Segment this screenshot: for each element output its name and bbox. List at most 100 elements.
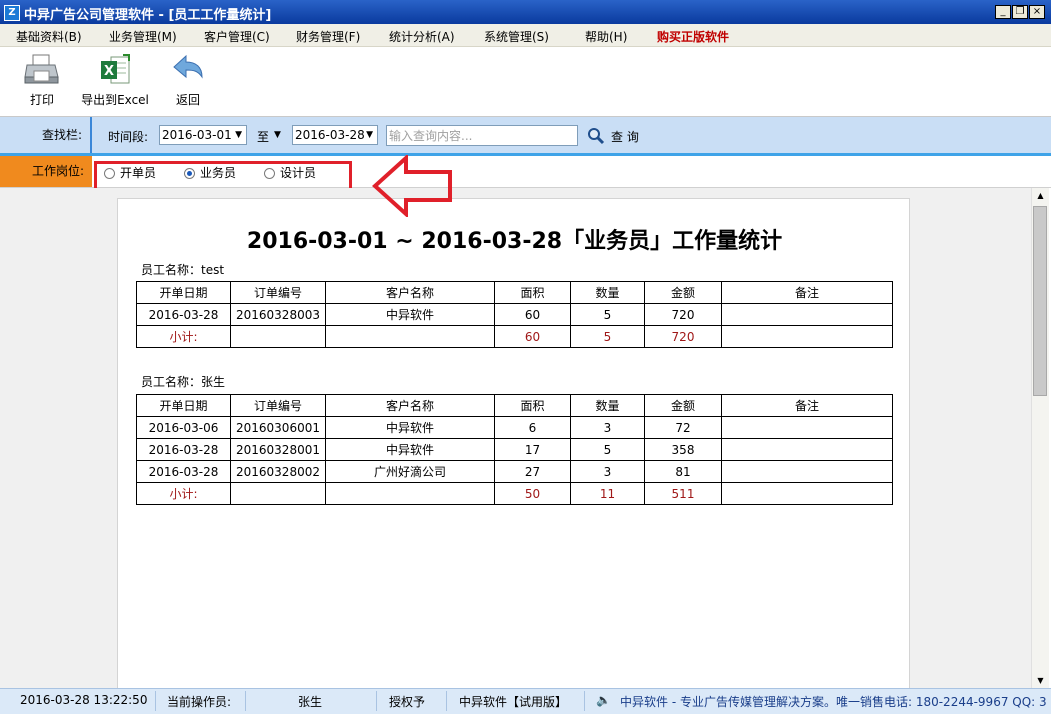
back-label: 返回 <box>175 93 200 107</box>
cell-remark <box>721 438 893 461</box>
red-arrow-icon <box>372 155 452 217</box>
column-header: 金额 <box>644 281 722 304</box>
menu-statistics[interactable]: 统计分析(A) <box>389 28 455 45</box>
cell-order-no: 20160328003 <box>230 303 326 326</box>
print-label: 打印 <box>29 93 54 107</box>
subtotal-quantity: 5 <box>570 325 645 348</box>
search-input[interactable] <box>386 125 578 146</box>
status-divider <box>446 691 447 711</box>
cell-amount: 72 <box>644 416 722 439</box>
status-operator-label: 当前操作员: <box>167 695 232 709</box>
status-divider <box>584 691 585 711</box>
search-icon <box>588 128 605 145</box>
printer-icon <box>24 53 60 87</box>
cell-quantity: 3 <box>570 460 645 483</box>
subtotal-row: 小计: 50 11 511 <box>136 482 893 505</box>
window-title: 中异广告公司管理软件 - [员工工作量统计] <box>24 8 272 23</box>
menu-bar: 基础资料(B) 业务管理(M) 客户管理(C) 财务管理(F) 统计分析(A) … <box>0 24 1051 47</box>
cell-quantity: 5 <box>570 303 645 326</box>
to-label: 至 <box>257 130 270 144</box>
cell-quantity: 3 <box>570 416 645 439</box>
report-table: 开单日期 订单编号 客户名称 面积 数量 金额 备注 2016-03-06 20… <box>136 394 893 505</box>
vertical-scrollbar[interactable]: ▲ ▼ <box>1031 188 1049 688</box>
column-header: 金额 <box>644 394 722 417</box>
scroll-thumb[interactable] <box>1033 206 1047 396</box>
column-header: 订单编号 <box>230 281 326 304</box>
table-header-row: 开单日期 订单编号 客户名称 面积 数量 金额 备注 <box>136 281 893 304</box>
cell-customer: 中异软件 <box>325 416 495 439</box>
subtotal-amount: 511 <box>644 482 722 505</box>
menu-business[interactable]: 业务管理(M) <box>109 28 177 45</box>
column-header: 订单编号 <box>230 394 326 417</box>
restore-button[interactable]: ❐ <box>1012 5 1028 19</box>
speaker-icon: 🔈 <box>596 693 611 707</box>
cell-empty <box>721 482 893 505</box>
cell-empty <box>230 325 326 348</box>
app-logo-icon: Z <box>4 5 20 21</box>
table-header-row: 开单日期 订单编号 客户名称 面积 数量 金额 备注 <box>136 394 893 417</box>
table-row: 2016-03-06 20160306001 中异软件 6 3 72 <box>136 416 893 439</box>
search-button-label: 查 询 <box>611 130 639 144</box>
subtotal-row: 小计: 60 5 720 <box>136 325 893 348</box>
status-edition: 中异软件【试用版】 <box>459 695 568 709</box>
cell-order-no: 20160306001 <box>230 416 326 439</box>
close-button[interactable]: × <box>1029 5 1045 19</box>
subtotal-area: 50 <box>494 482 571 505</box>
date-to-picker[interactable]: 2016-03-28 ▼ <box>292 125 378 145</box>
cell-date: 2016-03-28 <box>136 438 231 461</box>
position-label: 工作岗位: <box>0 156 92 187</box>
cell-amount: 81 <box>644 460 722 483</box>
minimize-button[interactable]: _ <box>995 5 1011 19</box>
cell-remark <box>721 303 893 326</box>
column-header: 客户名称 <box>325 281 495 304</box>
print-button[interactable]: 打印 <box>22 53 62 108</box>
cell-area: 17 <box>494 438 571 461</box>
column-header: 面积 <box>494 281 571 304</box>
export-excel-label: 导出到Excel <box>81 93 149 107</box>
scroll-up-icon[interactable]: ▲ <box>1032 188 1049 203</box>
cell-customer: 中异软件 <box>325 303 495 326</box>
report-area: 2016-03-01 ~ 2016-03-28「业务员」工作量统计 员工名称：t… <box>0 188 1031 693</box>
cell-order-no: 20160328002 <box>230 460 326 483</box>
cell-area: 6 <box>494 416 571 439</box>
scroll-down-icon[interactable]: ▼ <box>1032 673 1049 688</box>
back-arrow-icon <box>170 53 206 87</box>
cell-remark <box>721 460 893 483</box>
cell-amount: 720 <box>644 303 722 326</box>
menu-buy-license[interactable]: 购买正版软件 <box>657 28 729 45</box>
period-label: 时间段: <box>108 130 149 144</box>
status-bar: 2016-03-28 13:22:50 当前操作员: 张生 授权予 中异软件【试… <box>0 688 1051 714</box>
menu-finance[interactable]: 财务管理(F) <box>296 28 360 45</box>
search-bar-label: 查找栏: <box>0 117 92 153</box>
search-bar: 查找栏: 时间段: 2016-03-01 ▼ 至 ▼ 2016-03-28 ▼ … <box>0 117 1051 153</box>
toolbar: 打印 X 导出到Excel 返回 <box>0 47 1051 117</box>
to-dropdown-icon[interactable]: ▼ <box>274 130 281 140</box>
status-divider <box>155 691 156 711</box>
menu-customers[interactable]: 客户管理(C) <box>204 28 270 45</box>
table-row: 2016-03-28 20160328003 中异软件 60 5 720 <box>136 303 893 326</box>
subtotal-label: 小计: <box>136 482 231 505</box>
column-header: 面积 <box>494 394 571 417</box>
menu-basic-data[interactable]: 基础资料(B) <box>16 28 82 45</box>
menu-help[interactable]: 帮助(H) <box>585 28 627 45</box>
cell-area: 27 <box>494 460 571 483</box>
report-page: 2016-03-01 ~ 2016-03-28「业务员」工作量统计 员工名称：t… <box>117 198 910 693</box>
cell-empty <box>230 482 326 505</box>
date-from-picker[interactable]: 2016-03-01 ▼ <box>159 125 247 145</box>
menu-system[interactable]: 系统管理(S) <box>484 28 549 45</box>
cell-area: 60 <box>494 303 571 326</box>
report-title: 2016-03-01 ~ 2016-03-28「业务员」工作量统计 <box>246 229 783 254</box>
status-divider <box>376 691 377 711</box>
date-to-value: 2016-03-28 <box>295 128 365 142</box>
export-excel-button[interactable]: X 导出到Excel <box>81 53 149 108</box>
status-operator: 张生 <box>298 695 323 709</box>
cell-quantity: 5 <box>570 438 645 461</box>
subtotal-label: 小计: <box>136 325 231 348</box>
chevron-down-icon: ▼ <box>235 130 242 140</box>
table-row: 2016-03-28 20160328002 广州好滴公司 27 3 81 <box>136 460 893 483</box>
back-button[interactable]: 返回 <box>170 53 206 108</box>
cell-customer: 广州好滴公司 <box>325 460 495 483</box>
search-button[interactable]: 查 询 <box>587 126 657 146</box>
cell-date: 2016-03-06 <box>136 416 231 439</box>
chevron-down-icon: ▼ <box>366 130 373 140</box>
